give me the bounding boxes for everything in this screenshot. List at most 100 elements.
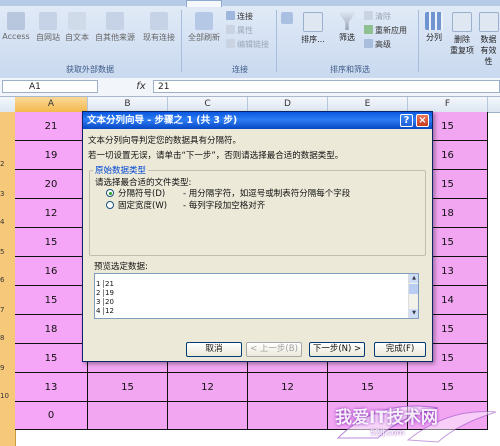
name-box[interactable]: A1 [2, 80, 98, 93]
cell-a10[interactable]: 13 [15, 373, 88, 402]
row-header[interactable]: 6 [0, 276, 15, 284]
preview-row-value: 12 [105, 307, 114, 315]
tab-1[interactable] [30, 0, 60, 6]
refresh-all-button[interactable]: 全部刷新 [184, 12, 224, 43]
formula-input[interactable]: 21 [153, 80, 500, 93]
cell-a4[interactable]: 12 [15, 199, 88, 228]
column-header-b[interactable]: B [88, 97, 168, 112]
row-header[interactable]: 3 [0, 190, 15, 198]
close-button[interactable]: × [416, 114, 429, 127]
tab-4[interactable] [240, 0, 270, 6]
refresh-icon [195, 12, 213, 30]
row-header[interactable]: 8 [0, 334, 15, 342]
column-header-f[interactable]: F [408, 97, 488, 112]
cell-b9[interactable] [88, 362, 168, 373]
cell-d11[interactable] [248, 402, 328, 430]
sort-az-icon [281, 12, 293, 24]
edit-links-small-button[interactable]: 编辑链接 [226, 39, 269, 50]
tab-2[interactable] [100, 0, 134, 6]
edit-links-icon [226, 39, 235, 48]
cell-d9[interactable] [248, 362, 328, 373]
refresh-all-label: 全部刷新 [188, 33, 220, 42]
column-header-c[interactable]: C [168, 97, 248, 112]
preview-box[interactable]: 1 21 2 19 3 20 4 12 ▲ ▼ [94, 273, 419, 319]
from-text-button[interactable]: 自文本 [63, 12, 91, 43]
advanced-small-button[interactable]: 高级 [364, 39, 391, 50]
cell-c11[interactable] [168, 402, 248, 430]
row-header[interactable]: 7 [0, 306, 15, 314]
sort-icon [303, 12, 323, 32]
scroll-up-arrow-icon[interactable]: ▲ [409, 274, 418, 283]
row-header[interactable]: 2 [0, 160, 15, 168]
advanced-label: 高级 [375, 40, 391, 49]
connection-icon [150, 12, 168, 30]
access-button[interactable]: Access [0, 12, 32, 41]
cell-b10[interactable]: 15 [88, 373, 168, 402]
clear-small-button[interactable]: 清除 [364, 11, 391, 22]
column-header-a[interactable]: A [15, 97, 88, 112]
finish-button[interactable]: 完成(F) [374, 342, 426, 357]
data-valid-label-2: 有效性 [480, 46, 497, 66]
cell-a5[interactable]: 15 [15, 228, 88, 257]
connections-small-button[interactable]: 连接 [226, 11, 253, 22]
from-other-button[interactable]: 自其他来源 [93, 12, 137, 43]
cell-a11[interactable]: 0 [15, 402, 88, 430]
properties-label: 属性 [237, 26, 253, 35]
preview-scrollbar[interactable]: ▲ ▼ [408, 274, 418, 318]
preview-row-number: 2 [96, 289, 104, 297]
help-button[interactable]: ? [400, 114, 413, 127]
sort-asc-button[interactable] [280, 12, 294, 26]
fixed-width-radio[interactable] [106, 201, 114, 209]
preview-row-number: 3 [96, 298, 104, 306]
delimited-label[interactable]: 分隔符号(D) [118, 187, 165, 199]
reapply-small-button[interactable]: 重新应用 [364, 25, 407, 36]
cell-a7[interactable]: 15 [15, 286, 88, 315]
filter-button[interactable]: 筛选 [334, 12, 360, 43]
next-button[interactable]: 下一步(N) > [309, 342, 365, 357]
row-header[interactable]: 9 [0, 364, 15, 372]
edit-links-label: 编辑链接 [237, 40, 269, 49]
cell-c9[interactable] [168, 362, 248, 373]
column-header-e[interactable]: E [328, 97, 408, 112]
scroll-down-arrow-icon[interactable]: ▼ [409, 309, 418, 318]
row-header[interactable]: 4 [0, 218, 15, 226]
from-web-button[interactable]: 自网站 [34, 12, 62, 43]
cell-a6[interactable]: 16 [15, 257, 88, 286]
data-type-group-title: 原始数据类型 [93, 164, 149, 176]
sort-button[interactable]: 排序... [297, 12, 329, 45]
sort-label: 排序... [301, 35, 325, 44]
connections-label: 连接 [237, 12, 253, 21]
data-validation-button[interactable]: 数据 有效性 [477, 12, 500, 67]
existing-connections-button[interactable]: 现有连接 [140, 12, 178, 43]
cell-a9[interactable]: 15 [15, 344, 88, 373]
group-label-external: 获取外部数据 [66, 65, 114, 74]
cell-e9[interactable] [328, 362, 408, 373]
cell-a1[interactable]: 21 [15, 112, 88, 141]
scroll-thumb[interactable] [409, 284, 418, 294]
remove-duplicates-button[interactable]: 删除 重复项 [449, 12, 475, 56]
cell-a2[interactable]: 19 [15, 141, 88, 170]
column-header-d[interactable]: D [248, 97, 328, 112]
text-to-columns-button[interactable]: 分列 [421, 12, 447, 43]
cell-b11[interactable] [88, 402, 168, 430]
back-button[interactable]: < 上一步(B) [246, 342, 302, 357]
tab-data[interactable] [186, 0, 222, 7]
row-header[interactable]: 5 [0, 248, 15, 256]
globe-icon [39, 12, 57, 30]
cell-a3[interactable]: 20 [15, 170, 88, 199]
delimited-radio[interactable] [106, 189, 114, 197]
fixed-width-label[interactable]: 固定宽度(W) [118, 199, 167, 211]
cell-d10[interactable]: 12 [248, 373, 328, 402]
cell-a8[interactable]: 18 [15, 315, 88, 344]
clear-icon [364, 11, 373, 20]
properties-small-button[interactable]: 属性 [226, 25, 253, 36]
ribbon-tabs [0, 0, 500, 7]
dialog-title-bar[interactable]: 文本分列向导 - 步骤之 1 (共 3 步) [83, 112, 432, 129]
preview-row-value: 19 [105, 289, 114, 297]
cancel-button[interactable]: 取消 [186, 342, 242, 357]
existing-label: 现有连接 [143, 33, 175, 42]
cell-c10[interactable]: 12 [168, 373, 248, 402]
access-icon [7, 12, 25, 30]
row-header[interactable]: 10 [0, 392, 15, 400]
fx-icon[interactable]: fx [130, 80, 152, 93]
